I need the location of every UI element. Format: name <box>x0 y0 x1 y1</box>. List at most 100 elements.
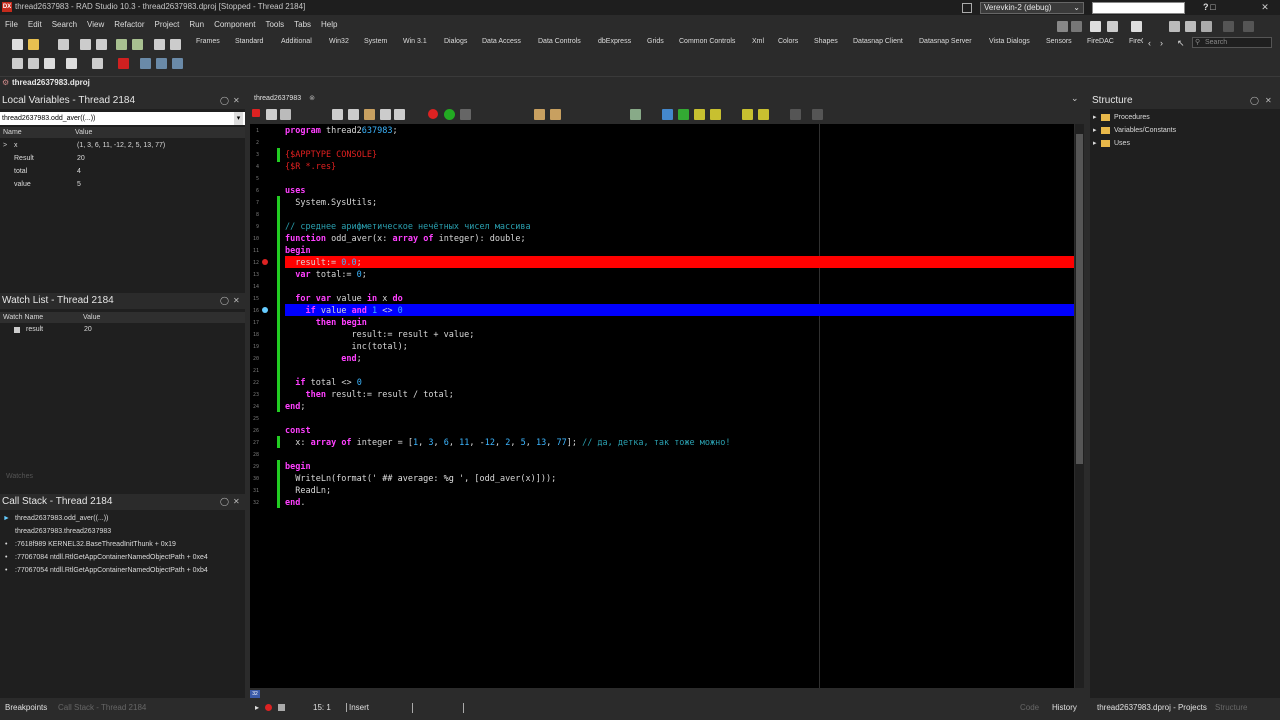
editor-tab[interactable]: thread2637983 ⊗ <box>254 94 315 102</box>
history-tab[interactable]: History <box>1052 703 1077 712</box>
save-icon[interactable] <box>58 39 69 50</box>
code-line[interactable]: {$APPTYPE CONSOLE} <box>285 149 377 161</box>
watch-row[interactable]: result 20 <box>0 323 245 336</box>
code-line[interactable]: x: array of integer = [1, 3, 6, 11, -12,… <box>285 437 730 449</box>
run-icon[interactable] <box>444 109 455 120</box>
forward-arrow-icon[interactable] <box>1243 21 1254 32</box>
column-watch-name[interactable]: Watch Name <box>3 312 43 323</box>
palette-search-input[interactable]: ⚲ Search <box>1192 37 1272 48</box>
projects-tab[interactable]: thread2637983.dproj - Projects <box>1097 703 1207 712</box>
menu-component[interactable]: Component <box>209 17 260 32</box>
local-variables-context-select[interactable]: thread2637983.odd_aver((...)) ▾ <box>0 112 245 125</box>
close-icon[interactable]: ✕ <box>1265 93 1272 109</box>
palette-tab-shapes[interactable]: Shapes <box>814 38 838 45</box>
palette-tab-firedac[interactable]: FireDAC <box>1087 38 1114 45</box>
palette-tab-sensors[interactable]: Sensors <box>1046 38 1072 45</box>
close-icon[interactable]: ✕ <box>233 494 240 510</box>
run-to-cursor-icon[interactable] <box>172 58 183 69</box>
redo-icon[interactable] <box>394 109 405 120</box>
menu-help[interactable]: Help <box>316 17 342 32</box>
indent-icon[interactable] <box>678 109 689 120</box>
chevron-right-icon[interactable]: › <box>1160 38 1163 48</box>
close-button[interactable]: ✕ <box>1252 0 1278 15</box>
step-icon[interactable] <box>12 58 23 69</box>
column-value[interactable]: Value <box>75 127 92 138</box>
local-var-row[interactable]: total 4 <box>0 165 245 178</box>
code-editor[interactable] <box>260 124 1074 688</box>
play-icon[interactable]: ▸ <box>255 703 259 712</box>
menu-tools[interactable]: Tools <box>260 17 289 32</box>
code-line[interactable]: then result:= result / total; <box>285 389 453 401</box>
column-value[interactable]: Value <box>83 312 100 323</box>
refresh-icon[interactable] <box>630 109 641 120</box>
chevron-left-icon[interactable]: ‹ <box>1148 38 1151 48</box>
code-line[interactable]: uses <box>285 185 305 197</box>
new-icon[interactable] <box>12 39 23 50</box>
palette-tab-vista-dialogs[interactable]: Vista Dialogs <box>989 38 1030 45</box>
structure-tab[interactable]: Structure <box>1215 703 1247 712</box>
replace-icon[interactable] <box>550 109 561 120</box>
menu-view[interactable]: View <box>82 17 109 32</box>
list-icon[interactable] <box>28 58 39 69</box>
expand-icon[interactable]: ▸ <box>1093 124 1097 137</box>
code-line[interactable]: end. <box>285 497 305 509</box>
profile-select[interactable]: Verevkin-2 (debug) ⌄ <box>980 2 1084 14</box>
cut-icon[interactable] <box>332 109 343 120</box>
back-icon[interactable] <box>790 109 801 120</box>
palette-tab-datasnap-server[interactable]: Datasnap Server <box>919 38 972 45</box>
close-icon[interactable]: ✕ <box>233 93 240 109</box>
code-line[interactable]: var total:= 0; <box>285 269 367 281</box>
palette-tab-firec[interactable]: FireC <box>1129 38 1143 45</box>
record-icon[interactable] <box>265 704 272 711</box>
palette-tab-xml[interactable]: Xml <box>752 38 764 45</box>
comment-icon[interactable] <box>662 109 673 120</box>
call-stack-row[interactable]: thread2637983.thread2637983 <box>0 525 245 538</box>
pointer-icon[interactable]: ↖ <box>1177 38 1185 49</box>
bookmark-icon[interactable] <box>266 109 277 120</box>
palette-tab-dbexpress[interactable]: dbExpress <box>598 38 631 45</box>
code-line[interactable]: ReadLn; <box>285 485 331 497</box>
call-stack-row[interactable]: • :77067054 ntdll.RtlGetAppContainerName… <box>0 564 245 577</box>
palette-tab-standard[interactable]: Standard <box>235 38 263 45</box>
watches-tab[interactable]: Watches <box>0 471 245 483</box>
save-icon[interactable] <box>280 109 291 120</box>
code-line[interactable]: inc(total); <box>285 341 408 353</box>
code-line[interactable]: function odd_aver(x: array of integer): … <box>285 233 526 245</box>
help-icon[interactable] <box>742 109 753 120</box>
expand-icon[interactable]: > <box>3 139 7 152</box>
palette-tab-dialogs[interactable]: Dialogs <box>444 38 467 45</box>
palette-tab-common-controls[interactable]: Common Controls <box>679 38 735 45</box>
layout-icon[interactable] <box>1201 21 1212 32</box>
remove-file-icon[interactable] <box>132 39 143 50</box>
code-line[interactable]: WriteLn(format(' ## average: %g ', [odd_… <box>285 473 556 485</box>
code-line[interactable]: if value and 1 <> 0 <box>285 305 402 317</box>
menu-tabs[interactable]: Tabs <box>289 17 316 32</box>
local-var-row[interactable]: value 5 <box>0 178 245 191</box>
module-icon[interactable] <box>92 58 103 69</box>
pin-icon[interactable]: ◯ <box>220 293 229 309</box>
breakpoint-icon[interactable] <box>428 109 438 119</box>
desktop-layout-icon[interactable] <box>962 3 972 13</box>
palette-tab-win32[interactable]: Win32 <box>329 38 349 45</box>
code-line[interactable]: begin <box>285 461 311 473</box>
copy-icon[interactable] <box>348 109 359 120</box>
close-file-icon[interactable] <box>96 39 107 50</box>
wrench-icon[interactable] <box>1071 21 1082 32</box>
open-project-icon[interactable] <box>28 39 39 50</box>
code-line[interactable]: program thread2637983; <box>285 125 398 137</box>
call-stack-row[interactable]: ► thread2637983.odd_aver((...)) <box>0 512 245 525</box>
menu-project[interactable]: Project <box>149 17 184 32</box>
palette-tab-datasnap-client[interactable]: Datasnap Client <box>853 38 903 45</box>
code-line[interactable]: result:= result + value; <box>285 329 475 341</box>
palette-tab-data-controls[interactable]: Data Controls <box>538 38 581 45</box>
find-icon[interactable] <box>534 109 545 120</box>
gear-icon[interactable] <box>710 109 721 120</box>
unit-icon[interactable] <box>170 39 181 50</box>
add-file-icon[interactable] <box>116 39 127 50</box>
code-line[interactable]: for var value in x do <box>285 293 403 305</box>
palette-tab-win31[interactable]: Win 3.1 <box>403 38 427 45</box>
structure-item[interactable]: ▸ Procedures <box>1090 111 1280 124</box>
info-icon[interactable] <box>758 109 769 120</box>
undo-icon[interactable] <box>380 109 391 120</box>
breakpoint-icon[interactable] <box>262 259 268 265</box>
